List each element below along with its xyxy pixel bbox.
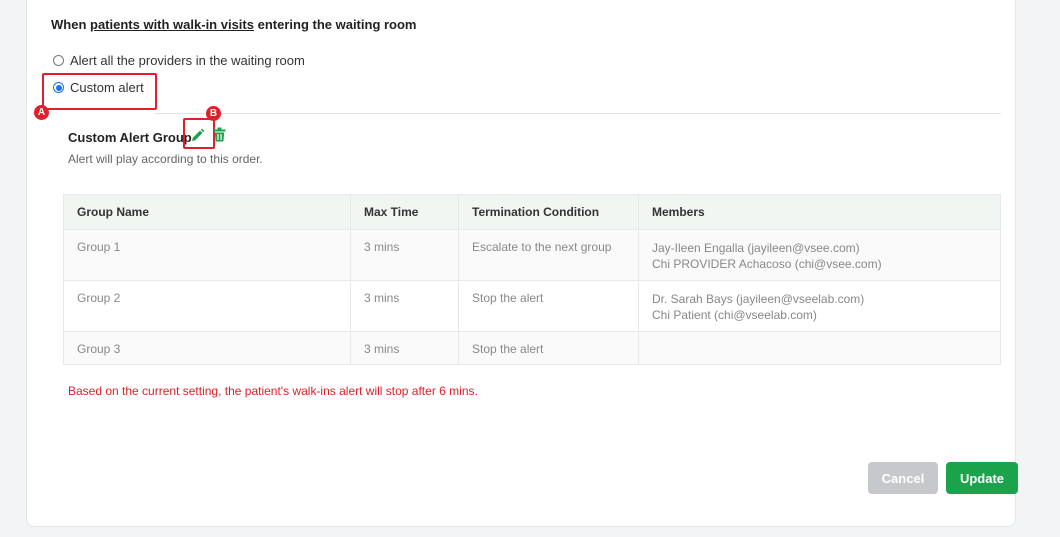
radio-alert-all[interactable] [53,55,64,66]
table-header-row: Group Name Max Time Termination Conditio… [63,194,1001,230]
cell-max-time: 3 mins [350,229,459,281]
annotation-marker-a: A [34,105,49,120]
cell-max-time: 3 mins [350,280,459,332]
highlight-box-b [183,118,215,149]
alert-order-note: Alert will play according to this order. [68,152,263,166]
member-entry: Dr. Sarah Bays (jayileen@vseelab.com) [652,292,865,306]
member-entry: Chi Patient (chi@vseelab.com) [652,308,817,322]
option-alert-all[interactable]: Alert all the providers in the waiting r… [53,53,305,68]
cell-max-time: 3 mins [350,331,459,365]
walk-in-visits-link[interactable]: patients with walk-in visits [90,17,254,32]
update-button[interactable]: Update [946,462,1018,494]
cell-termination: Stop the alert [458,280,639,332]
section-heading: When patients with walk-in visits enteri… [51,17,417,32]
table-row: Group 2 3 mins Stop the alert Dr. Sarah … [63,280,1001,332]
cell-members: Jay-Ileen Engalla (jayileen@vsee.com) Ch… [638,229,1001,281]
alert-stop-warning: Based on the current setting, the patien… [68,384,478,398]
cell-group-name: Group 2 [63,280,351,332]
column-header-termination: Termination Condition [458,194,639,230]
cell-group-name: Group 1 [63,229,351,281]
cell-group-name: Group 3 [63,331,351,365]
cell-termination: Escalate to the next group [458,229,639,281]
trash-icon[interactable] [213,127,226,142]
cancel-button[interactable]: Cancel [868,462,938,494]
highlight-box-a [42,73,157,110]
table-row: Group 3 3 mins Stop the alert [63,331,1001,365]
option-alert-all-label: Alert all the providers in the waiting r… [70,53,305,68]
table-row: Group 1 3 mins Escalate to the next grou… [63,229,1001,281]
cell-members [638,331,1001,365]
column-header-members: Members [638,194,1001,230]
annotation-marker-b: B [206,106,221,121]
cell-termination: Stop the alert [458,331,639,365]
member-entry: Chi PROVIDER Achacoso (chi@vsee.com) [652,257,882,271]
member-entry: Jay-Ileen Engalla (jayileen@vsee.com) [652,241,860,255]
cell-members: Dr. Sarah Bays (jayileen@vseelab.com) Ch… [638,280,1001,332]
column-header-group-name: Group Name [63,194,351,230]
section-divider [155,113,1001,114]
column-header-max-time: Max Time [350,194,459,230]
custom-alert-group-title: Custom Alert Group [68,130,192,145]
alert-groups-table: Group Name Max Time Termination Conditio… [63,194,1001,365]
